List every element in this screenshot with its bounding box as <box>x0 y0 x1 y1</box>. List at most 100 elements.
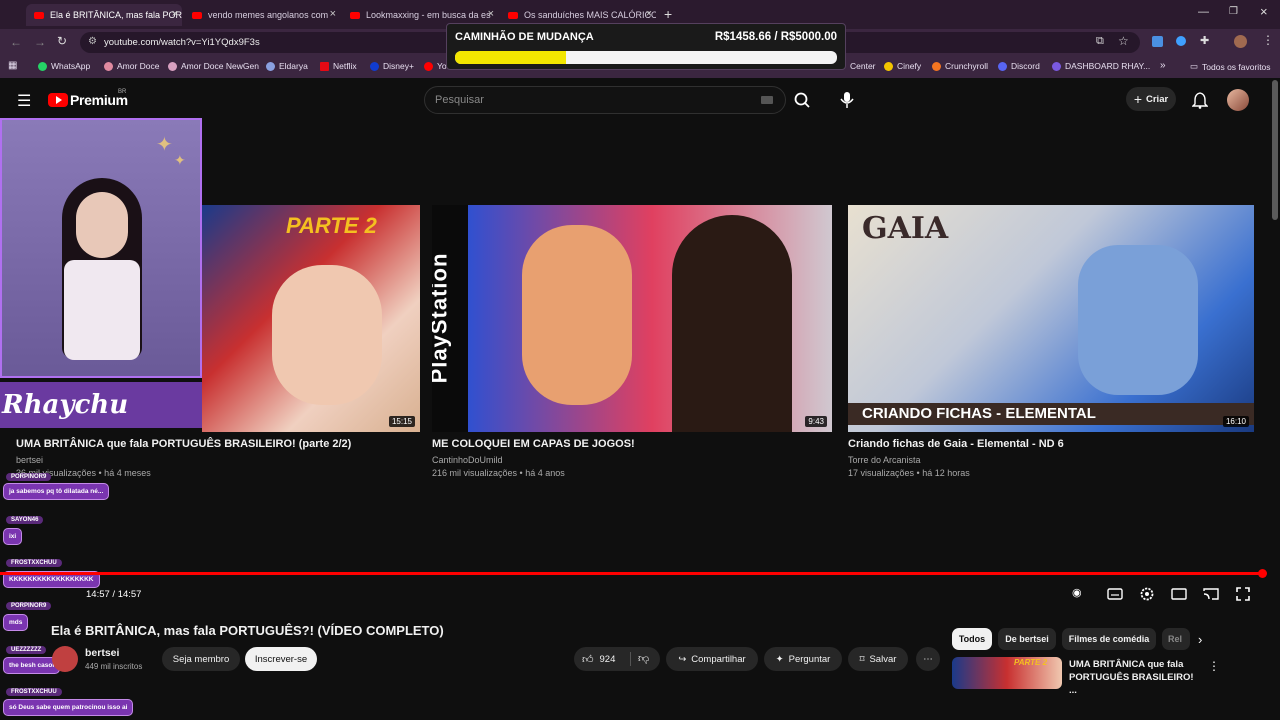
profile-avatar[interactable] <box>1234 35 1247 48</box>
bookmark-label: DASHBOARD RHAY... <box>1065 61 1151 71</box>
forward-icon[interactable]: → <box>34 35 46 49</box>
keyboard-icon[interactable] <box>761 96 773 104</box>
subscriber-count: 449 mil inscritos <box>85 662 143 671</box>
chevron-right-icon[interactable]: › <box>1198 632 1202 647</box>
browser-tab[interactable]: Ela é BRITÂNICA, mas fala PORTU × <box>26 4 182 26</box>
join-label: Seja membro <box>172 653 230 665</box>
thumbnail-banner: CRIANDO FICHAS - ELEMENTAL <box>862 405 1096 422</box>
subtitles-icon[interactable] <box>1107 586 1123 602</box>
bookmark-disney[interactable]: Disney+ <box>370 61 414 71</box>
bookmark-amor-doce-newgen[interactable]: Amor Doce NewGen <box>168 61 259 71</box>
browser-tab[interactable]: vendo memes angolanos com × <box>184 4 340 26</box>
search-button[interactable] <box>786 86 818 114</box>
bookmark-dashboard[interactable]: DASHBOARD RHAY... <box>1052 61 1150 71</box>
all-favorites[interactable]: ▭ Todos os favoritos <box>1190 61 1271 72</box>
extension-icon[interactable] <box>1152 36 1163 47</box>
close-icon[interactable]: × <box>646 8 652 20</box>
chip-all[interactable]: Todos <box>952 628 992 650</box>
youtube-favicon-icon <box>192 11 202 19</box>
install-icon[interactable]: ⧉ <box>1096 35 1104 48</box>
extension-icon[interactable] <box>1176 36 1186 46</box>
microphone-icon[interactable] <box>838 90 856 110</box>
channel-name[interactable]: CantinhoDoUmild <box>432 455 503 465</box>
thumbs-up-icon[interactable]: 👍︎ <box>582 653 594 666</box>
chat-username: FROSTXXCHUU <box>6 559 62 567</box>
close-icon[interactable]: × <box>488 8 494 20</box>
extensions-puzzle-icon[interactable]: ✚ <box>1200 34 1209 47</box>
minimize-icon[interactable]: — <box>1198 6 1209 18</box>
bookmark-eldarya[interactable]: Eldarya <box>266 61 308 71</box>
ask-label: Perguntar <box>788 653 831 665</box>
user-avatar[interactable] <box>1227 89 1249 111</box>
new-tab-icon[interactable]: + <box>664 6 672 22</box>
thumbnail-text: GAIA <box>862 211 949 246</box>
page-scrollbar[interactable] <box>1272 80 1278 220</box>
bookmark-youtube[interactable]: Yo <box>424 61 447 71</box>
video-thumbnail[interactable]: PARTE 2 15:15 <box>202 205 420 432</box>
star-icon[interactable]: ☆ <box>1118 34 1129 48</box>
like-count[interactable]: 924 <box>600 654 616 665</box>
channel-name[interactable]: Torre do Arcanista <box>848 455 921 465</box>
site-info-icon[interactable]: ⚙ <box>88 36 97 47</box>
up-next-title[interactable]: UMA BRITÂNICA que fala PORTUGUÊS BRASILE… <box>1069 658 1197 697</box>
bookmark-discord[interactable]: Discord <box>998 61 1040 71</box>
chip-comedy-films[interactable]: Filmes de comédia <box>1062 628 1156 650</box>
video-title[interactable]: UMA BRITÂNICA que fala PORTUGUÊS BRASILE… <box>16 438 351 450</box>
theater-mode-icon[interactable] <box>1171 586 1187 602</box>
hamburger-menu-icon[interactable]: ☰ <box>17 91 31 111</box>
chat-message: ja sabemos pq tô dilatada né... <box>3 483 110 500</box>
youtube-logo-icon[interactable] <box>48 93 68 107</box>
maximize-icon[interactable]: ❐ <box>1229 6 1238 17</box>
cast-icon[interactable] <box>1203 586 1219 602</box>
autoplay-toggle-icon[interactable]: ◉ <box>1072 586 1088 602</box>
region-code: BR <box>118 89 127 95</box>
back-icon[interactable]: ← <box>10 35 22 49</box>
close-icon[interactable]: × <box>172 8 178 20</box>
subscribe-button[interactable]: Inscrever-se <box>245 647 317 671</box>
favorites-label: Todos os favoritos <box>1202 61 1271 72</box>
create-button[interactable]: + Criar <box>1126 87 1176 111</box>
more-actions-button[interactable]: ⋯ <box>916 647 940 671</box>
close-window-icon[interactable]: × <box>1260 4 1268 19</box>
chip-from-channel[interactable]: De bertsei <box>998 628 1056 650</box>
chat-username: PORPINOR9 <box>6 602 52 610</box>
search-input[interactable]: Pesquisar <box>424 86 786 114</box>
chevron-right-icon[interactable]: » <box>1160 60 1166 71</box>
up-next-thumbnail[interactable]: PARTE 2 <box>952 657 1062 689</box>
youtube-favicon-icon <box>508 11 518 19</box>
video-thumbnail[interactable]: PlayStation 9:43 <box>432 205 832 432</box>
more-vertical-icon[interactable]: ⋮ <box>1208 659 1220 673</box>
bookmark-center[interactable]: Center <box>850 61 876 71</box>
bookmark-netflix[interactable]: Netflix <box>320 61 357 71</box>
fullscreen-icon[interactable] <box>1235 586 1251 602</box>
channel-avatar[interactable] <box>52 646 78 672</box>
bookmark-crunchyroll[interactable]: Crunchyroll <box>932 61 988 71</box>
chip-related[interactable]: Rel <box>1162 628 1190 650</box>
thumbs-down-icon[interactable]: 👎︎ <box>638 652 649 665</box>
streamer-name: Rhaychu <box>2 390 129 420</box>
menu-kebab-icon[interactable]: ⋮ <box>1262 33 1274 47</box>
subscribe-label: Inscrever-se <box>254 653 308 665</box>
channel-title[interactable]: bertsei <box>85 647 119 659</box>
video-progress-bar[interactable] <box>0 572 1264 575</box>
bell-icon[interactable] <box>1192 91 1208 109</box>
progress-scrubber[interactable] <box>1258 569 1267 578</box>
chip-label: De bertsei <box>1005 634 1049 644</box>
crunchyroll-icon <box>932 61 941 71</box>
video-title[interactable]: Criando fichas de Gaia - Elemental - ND … <box>848 438 1064 450</box>
ask-button[interactable]: ✦ Perguntar <box>764 647 842 671</box>
bookmark-label: Eldarya <box>279 61 308 71</box>
apps-grid-icon[interactable]: ▦ <box>8 60 17 71</box>
share-button[interactable]: ↪ Compartilhar <box>666 647 758 671</box>
reload-icon[interactable]: ↻ <box>57 34 67 48</box>
video-thumbnail[interactable]: GAIA CRIANDO FICHAS - ELEMENTAL 16:10 <box>848 205 1254 432</box>
bookmark-whatsapp[interactable]: WhatsApp <box>38 61 90 71</box>
bookmark-amor-doce[interactable]: Amor Doce <box>104 61 160 71</box>
join-button[interactable]: Seja membro <box>162 647 240 671</box>
close-icon[interactable]: × <box>330 8 336 20</box>
video-title[interactable]: ME COLOQUEI EM CAPAS DE JOGOS! <box>432 438 635 450</box>
channel-name[interactable]: bertsei <box>16 455 43 465</box>
save-button[interactable]: ⌑ Salvar <box>848 647 908 671</box>
settings-gear-icon[interactable] <box>1139 586 1155 602</box>
bookmark-cinefy[interactable]: Cinefy <box>884 61 921 71</box>
